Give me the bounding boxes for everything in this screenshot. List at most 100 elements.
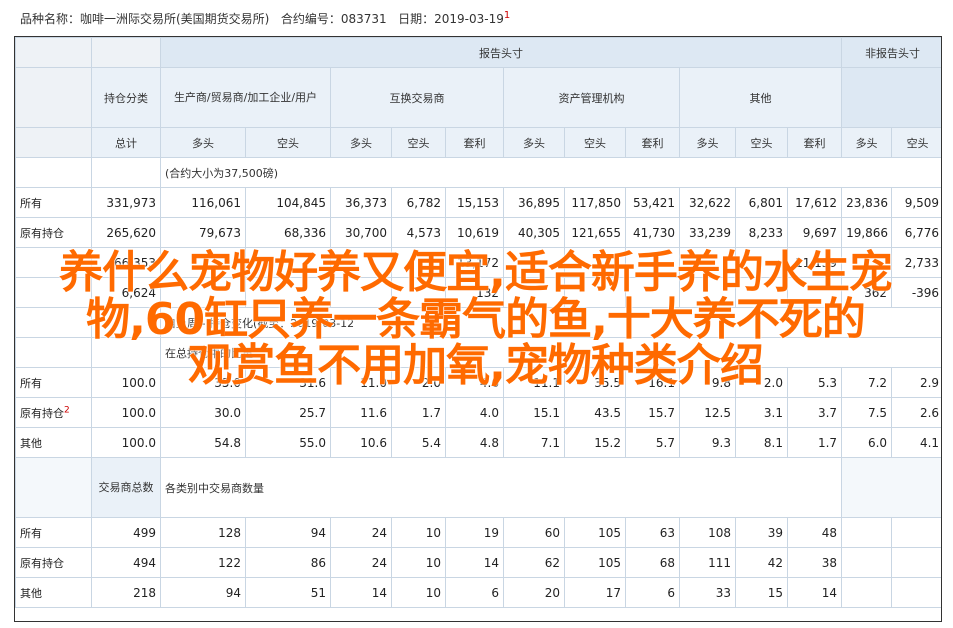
row-label: [15, 277, 92, 308]
table-cell: [391, 247, 446, 278]
table-cell: 15.2: [564, 427, 626, 458]
section-blank: [91, 337, 161, 368]
row-label-text: 所有: [20, 376, 42, 390]
table-cell: 15.1: [503, 397, 565, 428]
table-cell: [503, 277, 565, 308]
table-cell: 86: [245, 547, 331, 578]
nonreport-blank: [841, 67, 941, 128]
table-cell: 38: [786, 547, 843, 578]
table-cell: 6,782: [391, 187, 446, 218]
table-cell: 3.7: [786, 397, 843, 428]
change-note: 自上周 - 持仓变化(截至：2019-03-12: [159, 307, 941, 338]
table-cell: 8.1: [735, 427, 788, 458]
table-cell: 6.0: [841, 427, 893, 458]
table-cell: 79,673: [160, 217, 246, 248]
row-label-text: 原有持仓: [20, 406, 64, 420]
short-header: 空头: [391, 127, 446, 158]
table-cell: 1.7: [391, 397, 446, 428]
row-label: 所有: [15, 367, 92, 398]
table-cell: [841, 517, 893, 548]
nonreport-group-header: 非报告头寸: [841, 37, 941, 68]
table-cell: 51: [245, 577, 331, 608]
table-row: 原有持仓 494 122 86 24 10 14 62 105 68 111 42 38: [15, 547, 941, 578]
cot-table: 报告头寸 非报告头寸 持仓分类 生产商/贸易商/加工企业/用户 互换交易商 资产…: [15, 37, 941, 608]
asset-mgr-header: 资产管理机构: [503, 67, 680, 128]
row-label-text: 其他: [20, 436, 42, 450]
table-cell: 4.0: [445, 397, 504, 428]
table-cell: [160, 247, 246, 278]
table-cell: 41,730: [625, 217, 680, 248]
table-cell: 11,139: [786, 247, 843, 278]
table-cell: [841, 547, 893, 578]
table-cell: 24: [330, 517, 392, 548]
table-cell: 4.1: [891, 427, 941, 458]
table-cell: 25.7: [245, 397, 331, 428]
table-row: 其他 100.0 54.8 55.0 10.6 5.4 4.8 7.1 15.2 5.7 9.3 8.…: [15, 427, 941, 458]
table-cell: 33: [679, 577, 736, 608]
table-cell: 362: [841, 277, 893, 308]
table-cell: 100.0: [91, 427, 161, 458]
position-category-header: 持仓分类: [91, 67, 161, 128]
table-cell: [891, 547, 941, 578]
row-label: 原有持仓: [15, 217, 92, 248]
table-cell: [160, 277, 246, 308]
table-cell: 105: [564, 547, 626, 578]
table-row: 所有 331,973 116,061 104,845 36,373 6,782 15,153…: [15, 187, 941, 218]
section-blank: [91, 157, 161, 188]
table-cell: 63: [625, 517, 680, 548]
table-cell: 5.4: [391, 427, 446, 458]
table-row: 原有持仓 265,620 79,673 68,336 30,700 4,573 10,619…: [15, 217, 941, 248]
table-cell: 17: [564, 577, 626, 608]
table-cell: 14: [786, 577, 843, 608]
spread-header: 套利: [445, 127, 504, 158]
table-cell: [841, 247, 893, 278]
table-cell: 14: [445, 547, 504, 578]
table-cell: 132: [445, 277, 504, 308]
table-cell: [245, 277, 331, 308]
table-cell: [625, 247, 680, 278]
table-cell: 122: [160, 547, 246, 578]
row-label-text: 其他: [20, 586, 42, 600]
spread-header: 套利: [786, 127, 843, 158]
long-header: 多头: [160, 127, 246, 158]
table-cell: 68,336: [245, 217, 331, 248]
contract-size-note: (合约大小为37,500磅): [159, 157, 941, 188]
table-cell: 16.1: [625, 367, 680, 398]
table-cell: 121,655: [564, 217, 626, 248]
table-cell: 9,697: [786, 217, 843, 248]
row-label-text: 原有持仓: [20, 226, 64, 240]
table-cell: 117,850: [564, 187, 626, 218]
table-cell: 499: [91, 517, 161, 548]
long-header: 多头: [841, 127, 893, 158]
table-cell: [679, 247, 736, 278]
section-blank: [15, 457, 92, 518]
table-cell: [330, 247, 392, 278]
table-cell: 100.0: [91, 367, 161, 398]
footnote-marker: 2: [64, 404, 70, 415]
table-cell: 2,733: [891, 247, 941, 278]
table-cell: [391, 277, 446, 308]
cot-table-frame: 报告头寸 非报告头寸 持仓分类 生产商/贸易商/加工企业/用户 互换交易商 资产…: [14, 36, 942, 622]
table-cell: 42: [735, 547, 788, 578]
table-cell: 43.5: [564, 397, 626, 428]
table-cell: 494: [91, 547, 161, 578]
blank-header-cell: [91, 37, 161, 68]
positions-section: 所有 331,973 116,061 104,845 36,373 6,782 15,153…: [15, 187, 941, 308]
table-cell: 60: [503, 517, 565, 548]
section-blank: [15, 157, 92, 188]
row-label: [15, 247, 92, 278]
table-cell: 11.6: [330, 397, 392, 428]
short-header: 空头: [245, 127, 331, 158]
table-row: 所有 100.0 35.0 31.6 11.0 2.0 4.6 11.1 35.5 16.1 9.8…: [15, 367, 941, 398]
table-cell: 19,866: [841, 217, 893, 248]
producer-header: 生产商/贸易商/加工企业/用户: [160, 67, 331, 128]
table-cell: 3.1: [735, 397, 788, 428]
footnote-marker: 1: [503, 10, 511, 21]
table-cell: 7.1: [503, 427, 565, 458]
table-cell: 32,622: [679, 187, 736, 218]
row-label: 所有: [15, 517, 92, 548]
table-cell: 94: [160, 577, 246, 608]
table-cell: 39: [735, 517, 788, 548]
table-cell: 5.7: [625, 427, 680, 458]
table-row: 所有 499 128 94 24 10 19 60 105 63 108 39 48: [15, 517, 941, 548]
